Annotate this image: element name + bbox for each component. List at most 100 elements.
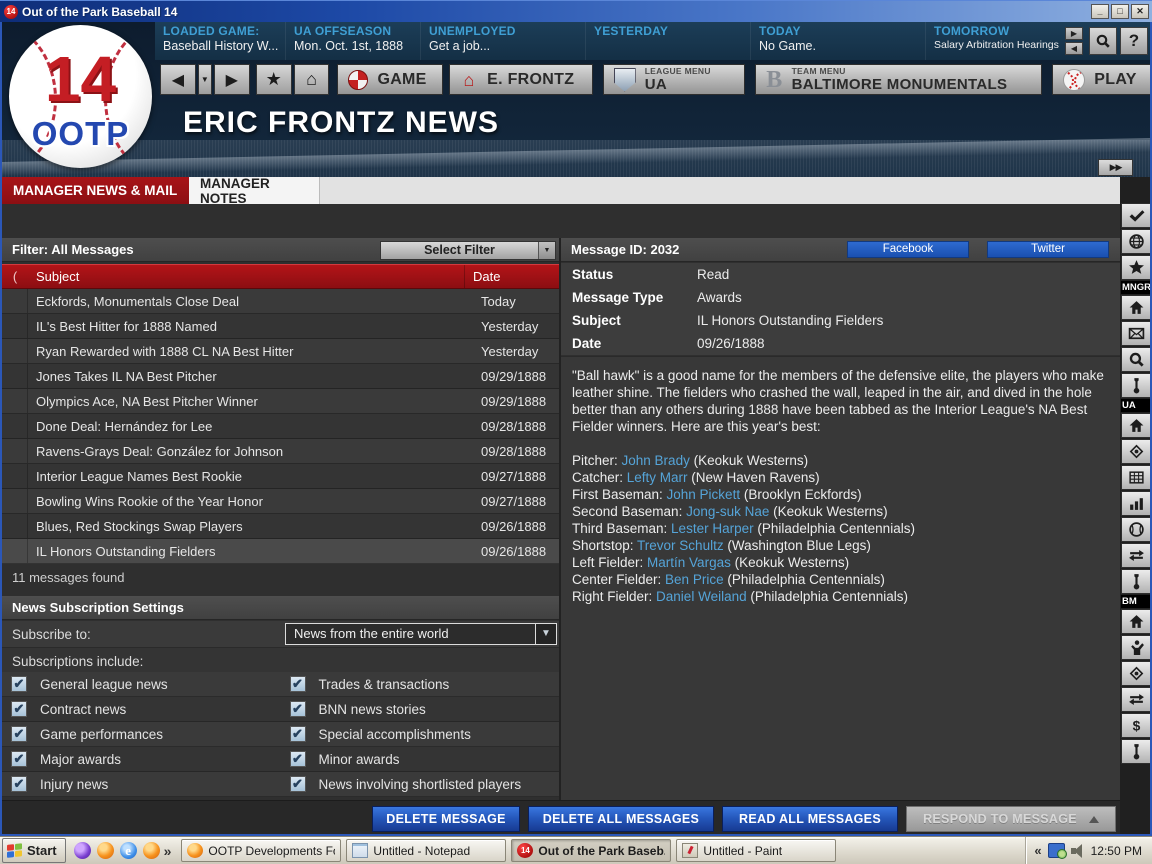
- sidebar-chart-button[interactable]: [1121, 491, 1150, 516]
- checkbox-checked-icon[interactable]: [289, 726, 306, 742]
- taskbar-task-paint[interactable]: Untitled - Paint: [676, 839, 837, 862]
- start-button[interactable]: Start: [2, 838, 66, 863]
- sidebar-wrench-button[interactable]: [1121, 569, 1150, 594]
- scroll-right-icon[interactable]: ▶: [1065, 27, 1083, 40]
- help-button[interactable]: ?: [1120, 27, 1148, 55]
- checkbox-checked-icon[interactable]: [289, 751, 306, 767]
- sidebar-home-button[interactable]: [1121, 609, 1150, 634]
- message-row[interactable]: Interior League Names Best Rookie 09/27/1…: [2, 464, 559, 489]
- checkbox-checked-icon[interactable]: [11, 776, 27, 792]
- player-link[interactable]: John Brady: [622, 453, 690, 468]
- sidebar-coach-button[interactable]: [1121, 635, 1150, 660]
- sidebar-swap-button[interactable]: [1121, 687, 1150, 712]
- taskbar-task-notepad[interactable]: Untitled - Notepad: [346, 839, 507, 862]
- topbar-label: LOADED GAME:: [163, 24, 260, 38]
- player-link[interactable]: Daniel Weiland: [656, 589, 747, 604]
- scroll-left-icon[interactable]: ◀: [1065, 42, 1083, 55]
- sidebar-wrench-button[interactable]: [1121, 373, 1150, 398]
- ie-icon[interactable]: e: [119, 842, 137, 859]
- team-menu-button[interactable]: B TEAM MENU BALTIMORE MONUMENTALS: [755, 64, 1043, 95]
- taskbar-task-ootp[interactable]: 14 Out of the Park Baseb...: [511, 839, 672, 862]
- delete-all-messages-button[interactable]: DELETE ALL MESSAGES: [528, 806, 714, 832]
- sidebar-grid-button[interactable]: [1121, 465, 1150, 490]
- status-column-header[interactable]: (: [2, 265, 28, 288]
- tab-manager-news-mail[interactable]: MANAGER NEWS & MAIL: [2, 177, 189, 204]
- sidebar-home-button[interactable]: [1121, 413, 1150, 438]
- checkbox-checked-icon[interactable]: [11, 726, 27, 742]
- sidebar-dollar-button[interactable]: $: [1121, 713, 1150, 738]
- message-row[interactable]: Jones Takes IL NA Best Pitcher 09/29/1888: [2, 364, 559, 389]
- manager-menu-button[interactable]: ⌂ E. FRONTZ: [449, 64, 593, 95]
- home-button[interactable]: ⌂: [293, 64, 330, 95]
- quick-launch-overflow-icon[interactable]: »: [164, 843, 172, 859]
- message-row[interactable]: Bowling Wins Rookie of the Year Honor 09/…: [2, 489, 559, 514]
- close-icon[interactable]: ✕: [1131, 4, 1149, 19]
- message-row[interactable]: Done Deal: Hernández for Lee 09/28/1888: [2, 414, 559, 439]
- checkbox-checked-icon[interactable]: [289, 676, 306, 692]
- player-link[interactable]: Martín Vargas: [647, 555, 731, 570]
- sidebar-swap-button[interactable]: [1121, 543, 1150, 568]
- subscribe-scope-dropdown[interactable]: News from the entire world ▼: [285, 623, 557, 645]
- maximize-icon[interactable]: □: [1111, 4, 1129, 19]
- player-link[interactable]: Trevor Schultz: [637, 538, 724, 553]
- title-bar: 14 Out of the Park Baseball 14 _ □ ✕: [0, 0, 1152, 22]
- notepad-icon: [352, 843, 369, 858]
- message-row[interactable]: IL Honors Outstanding Fielders 09/26/1888: [2, 539, 559, 564]
- message-row[interactable]: Ravens-Grays Deal: González for Johnson 0…: [2, 439, 559, 464]
- sidebar-star-button[interactable]: [1121, 255, 1150, 280]
- firefox-icon[interactable]: [96, 842, 114, 859]
- swirl-icon[interactable]: [73, 842, 91, 859]
- tray-collapse-icon[interactable]: «: [1034, 843, 1041, 858]
- sidebar-search-button[interactable]: [1121, 347, 1150, 372]
- tab-manager-notes[interactable]: MANAGER NOTES: [189, 176, 320, 206]
- sidebar-field-button[interactable]: [1121, 661, 1150, 686]
- minimize-icon[interactable]: _: [1091, 4, 1109, 19]
- back-button[interactable]: ◀: [160, 64, 196, 95]
- delete-message-button[interactable]: DELETE MESSAGE: [372, 806, 520, 832]
- search-button[interactable]: [1089, 27, 1117, 55]
- history-dropdown-button[interactable]: ▼: [197, 64, 212, 95]
- field-label: Date: [572, 336, 602, 351]
- volume-icon[interactable]: [1070, 843, 1085, 858]
- bookmark-button[interactable]: ★: [255, 64, 292, 95]
- message-row[interactable]: Ryan Rewarded with 1888 CL NA Best Hitte…: [2, 339, 559, 364]
- league-menu-button[interactable]: LEAGUE MENU UA: [602, 64, 746, 95]
- globe-icon: [348, 69, 369, 90]
- sidebar-field-button[interactable]: [1121, 439, 1150, 464]
- sidebar-baseball-button[interactable]: [1121, 517, 1150, 542]
- read-all-messages-button[interactable]: READ ALL MESSAGES: [722, 806, 898, 832]
- checkbox-checked-icon[interactable]: [289, 701, 306, 717]
- facebook-button[interactable]: Facebook: [847, 241, 969, 258]
- player-link[interactable]: Lester Harper: [671, 521, 754, 536]
- sidebar-home-button[interactable]: [1121, 295, 1150, 320]
- subject-column-header[interactable]: Subject: [28, 265, 464, 288]
- sidebar-wrench-button[interactable]: [1121, 739, 1150, 764]
- mail-icon: [1128, 327, 1144, 340]
- checkbox-checked-icon[interactable]: [11, 751, 27, 767]
- date-column-header[interactable]: Date: [464, 265, 559, 288]
- message-row[interactable]: Eckfords, Monumentals Close Deal Today: [2, 289, 559, 314]
- fast-forward-button[interactable]: ▶▶: [1098, 159, 1133, 176]
- checkbox-checked-icon[interactable]: [289, 776, 306, 792]
- twitter-button[interactable]: Twitter: [987, 241, 1109, 258]
- sidebar-mail-button[interactable]: [1121, 321, 1150, 346]
- game-menu-button[interactable]: GAME: [337, 64, 444, 95]
- message-row[interactable]: Olympics Ace, NA Best Pitcher Winner 09/2…: [2, 389, 559, 414]
- checkbox-checked-icon[interactable]: [11, 701, 27, 717]
- firefox-icon[interactable]: [142, 842, 160, 859]
- forward-button[interactable]: ▶: [213, 64, 250, 95]
- player-link[interactable]: Jong-suk Nae: [686, 504, 769, 519]
- sidebar-globe-button[interactable]: [1121, 229, 1150, 254]
- message-row[interactable]: IL's Best Hitter for 1888 Named Yesterday: [2, 314, 559, 339]
- player-link[interactable]: Ben Price: [665, 572, 724, 587]
- message-row[interactable]: Blues, Red Stockings Swap Players 09/26/1…: [2, 514, 559, 539]
- player-link[interactable]: Lefty Marr: [627, 470, 688, 485]
- sidebar-check-button[interactable]: [1121, 203, 1150, 228]
- network-icon[interactable]: [1047, 843, 1067, 859]
- select-filter-dropdown[interactable]: Select Filter ▼: [380, 241, 556, 260]
- checkbox-checked-icon[interactable]: [11, 676, 27, 692]
- player-link[interactable]: John Pickett: [667, 487, 741, 502]
- respond-to-message-button[interactable]: RESPOND TO MESSAGE: [906, 806, 1116, 832]
- play-button[interactable]: PLAY: [1052, 64, 1150, 95]
- taskbar-task-firefox[interactable]: OOTP Developments For...: [181, 839, 342, 862]
